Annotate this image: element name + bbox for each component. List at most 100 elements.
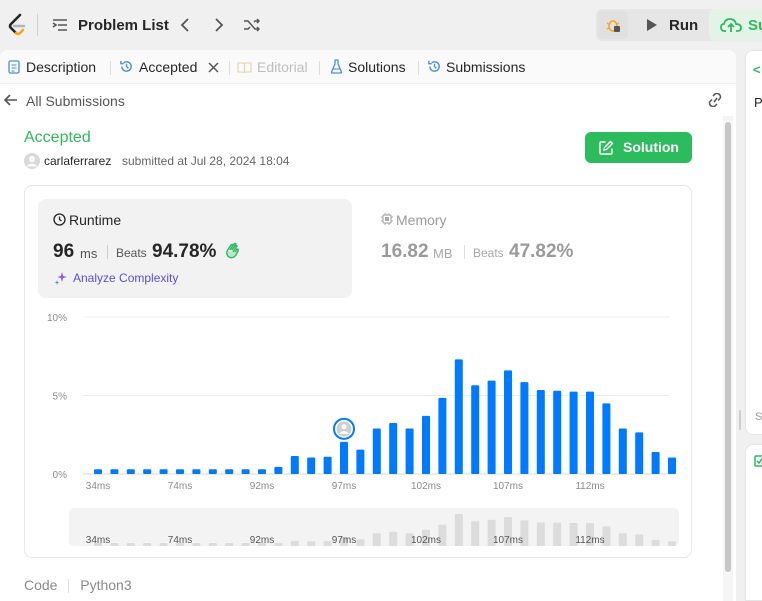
- tab-divider: [110, 61, 111, 75]
- history-icon: [428, 60, 440, 72]
- flask-icon: [330, 59, 343, 74]
- list-icon[interactable]: [52, 17, 68, 33]
- vertical-scrollbar[interactable]: [723, 116, 733, 601]
- tab-solutions[interactable]: Solutions: [348, 59, 406, 75]
- solution-button[interactable]: Solution: [585, 132, 692, 163]
- chart-bar: [126, 469, 135, 474]
- book-icon: [237, 62, 252, 74]
- mini-tick-label: 34ms: [86, 535, 110, 546]
- language-selector[interactable]: P: [754, 95, 762, 110]
- mini-bar: [126, 543, 135, 546]
- x-tick-label: 74ms: [168, 481, 192, 492]
- mini-bar: [356, 539, 365, 546]
- chevron-right-icon[interactable]: [212, 17, 226, 33]
- tab-description[interactable]: Description: [26, 59, 96, 75]
- tab-submissions[interactable]: Submissions: [446, 59, 525, 75]
- clock-icon: [53, 213, 66, 226]
- mini-tick-label: 112ms: [575, 535, 604, 546]
- chart-bar: [94, 469, 102, 474]
- x-tick-label: 102ms: [411, 481, 441, 492]
- cloud-upload-icon: [720, 18, 742, 32]
- mini-bar: [307, 541, 316, 546]
- mini-bar: [553, 522, 562, 546]
- chart-bar: [176, 469, 184, 474]
- memory-unit: MB: [433, 246, 453, 261]
- mini-tick-label: 92ms: [250, 535, 274, 546]
- chevron-left-icon[interactable]: [178, 17, 192, 33]
- chart-bar: [553, 390, 562, 474]
- mini-bar: [208, 543, 217, 546]
- all-submissions-link[interactable]: All Submissions: [26, 93, 125, 109]
- mini-tick-label: 102ms: [411, 535, 441, 546]
- avatar-head: [341, 424, 347, 430]
- username[interactable]: carlaferrarez: [44, 154, 111, 168]
- mini-bar: [454, 514, 463, 546]
- chart-bar: [668, 457, 676, 474]
- avatar[interactable]: [24, 153, 40, 169]
- mini-tick-label: 107ms: [493, 535, 523, 546]
- chart-bar: [241, 469, 250, 474]
- chart-bar: [389, 422, 398, 474]
- mini-bar: [651, 539, 660, 546]
- runtime-title: Runtime: [69, 212, 122, 228]
- x-tick-label: 97ms: [332, 481, 356, 492]
- description-icon: [8, 60, 20, 74]
- chart-bar: [159, 469, 168, 474]
- runtime-unit: ms: [80, 246, 98, 261]
- chart-bar: [356, 449, 365, 474]
- checkbox-icon[interactable]: [754, 455, 762, 467]
- mini-bar: [389, 531, 398, 546]
- code-icon[interactable]: <: [753, 62, 761, 77]
- chart-bar: [290, 455, 299, 474]
- submission-panel: Description Accepted Editorial Solutions…: [0, 50, 736, 601]
- play-icon: [647, 19, 657, 31]
- testcase-panel: [745, 444, 762, 601]
- divider: [68, 579, 70, 594]
- solution-label: Solution: [623, 139, 679, 155]
- problem-list-label[interactable]: Problem List: [78, 17, 169, 34]
- x-tick-label: 34ms: [86, 481, 110, 492]
- link-icon[interactable]: [707, 93, 724, 107]
- memory-chip-icon: [381, 213, 393, 225]
- tab-divider: [319, 61, 320, 75]
- debug-button[interactable]: [598, 11, 628, 39]
- mini-bar: [323, 541, 332, 546]
- resize-handle[interactable]: [739, 410, 741, 430]
- mini-bar: [536, 522, 545, 546]
- history-icon: [120, 60, 132, 72]
- sparkle-icon: [54, 272, 67, 285]
- code-label: Code: [24, 577, 58, 593]
- bug-icon: [606, 20, 620, 32]
- submit-label: Su: [748, 17, 762, 34]
- mini-bar: [372, 533, 381, 546]
- runtime-distribution-chart: 10%5%0% 34ms 74ms 92ms 97ms 102ms 107ms 112ms …: [47, 313, 679, 546]
- chart-bar: [618, 428, 627, 474]
- beats-label: Beats: [473, 246, 504, 260]
- clap-icon: [226, 242, 240, 259]
- chart-bar: [110, 469, 119, 474]
- chart-bar: [438, 397, 447, 474]
- chart-bar: [471, 385, 480, 474]
- arrow-left-icon[interactable]: [4, 94, 18, 106]
- chart-bar: [143, 469, 152, 474]
- tab-editorial[interactable]: Editorial: [257, 59, 308, 75]
- leetcode-logo-icon[interactable]: [6, 13, 28, 37]
- language-label: Python3: [80, 577, 132, 593]
- chart-bar: [487, 380, 496, 474]
- y-tick-label: 5%: [53, 392, 68, 403]
- shuffle-icon[interactable]: [243, 17, 261, 33]
- chart-bar: [520, 382, 529, 474]
- memory-box[interactable]: Memory 16.82 MB Beats 47.82%: [366, 199, 680, 298]
- chart-bar: [225, 469, 234, 474]
- chart-bar: [208, 469, 217, 474]
- close-icon[interactable]: [208, 62, 219, 73]
- analyze-complexity-link[interactable]: Analyze Complexity: [73, 271, 178, 285]
- tab-divider: [229, 61, 230, 75]
- top-toolbar: Problem List Run Su: [0, 0, 762, 50]
- chart-bar: [454, 359, 463, 474]
- scrollbar-thumb[interactable]: [725, 122, 731, 572]
- x-tick-label: 107ms: [493, 481, 523, 492]
- mini-bar: [143, 543, 152, 546]
- tab-accepted[interactable]: Accepted: [139, 59, 197, 75]
- runtime-box[interactable]: Runtime 96 ms Beats 94.78% Analyze Compl…: [38, 199, 352, 298]
